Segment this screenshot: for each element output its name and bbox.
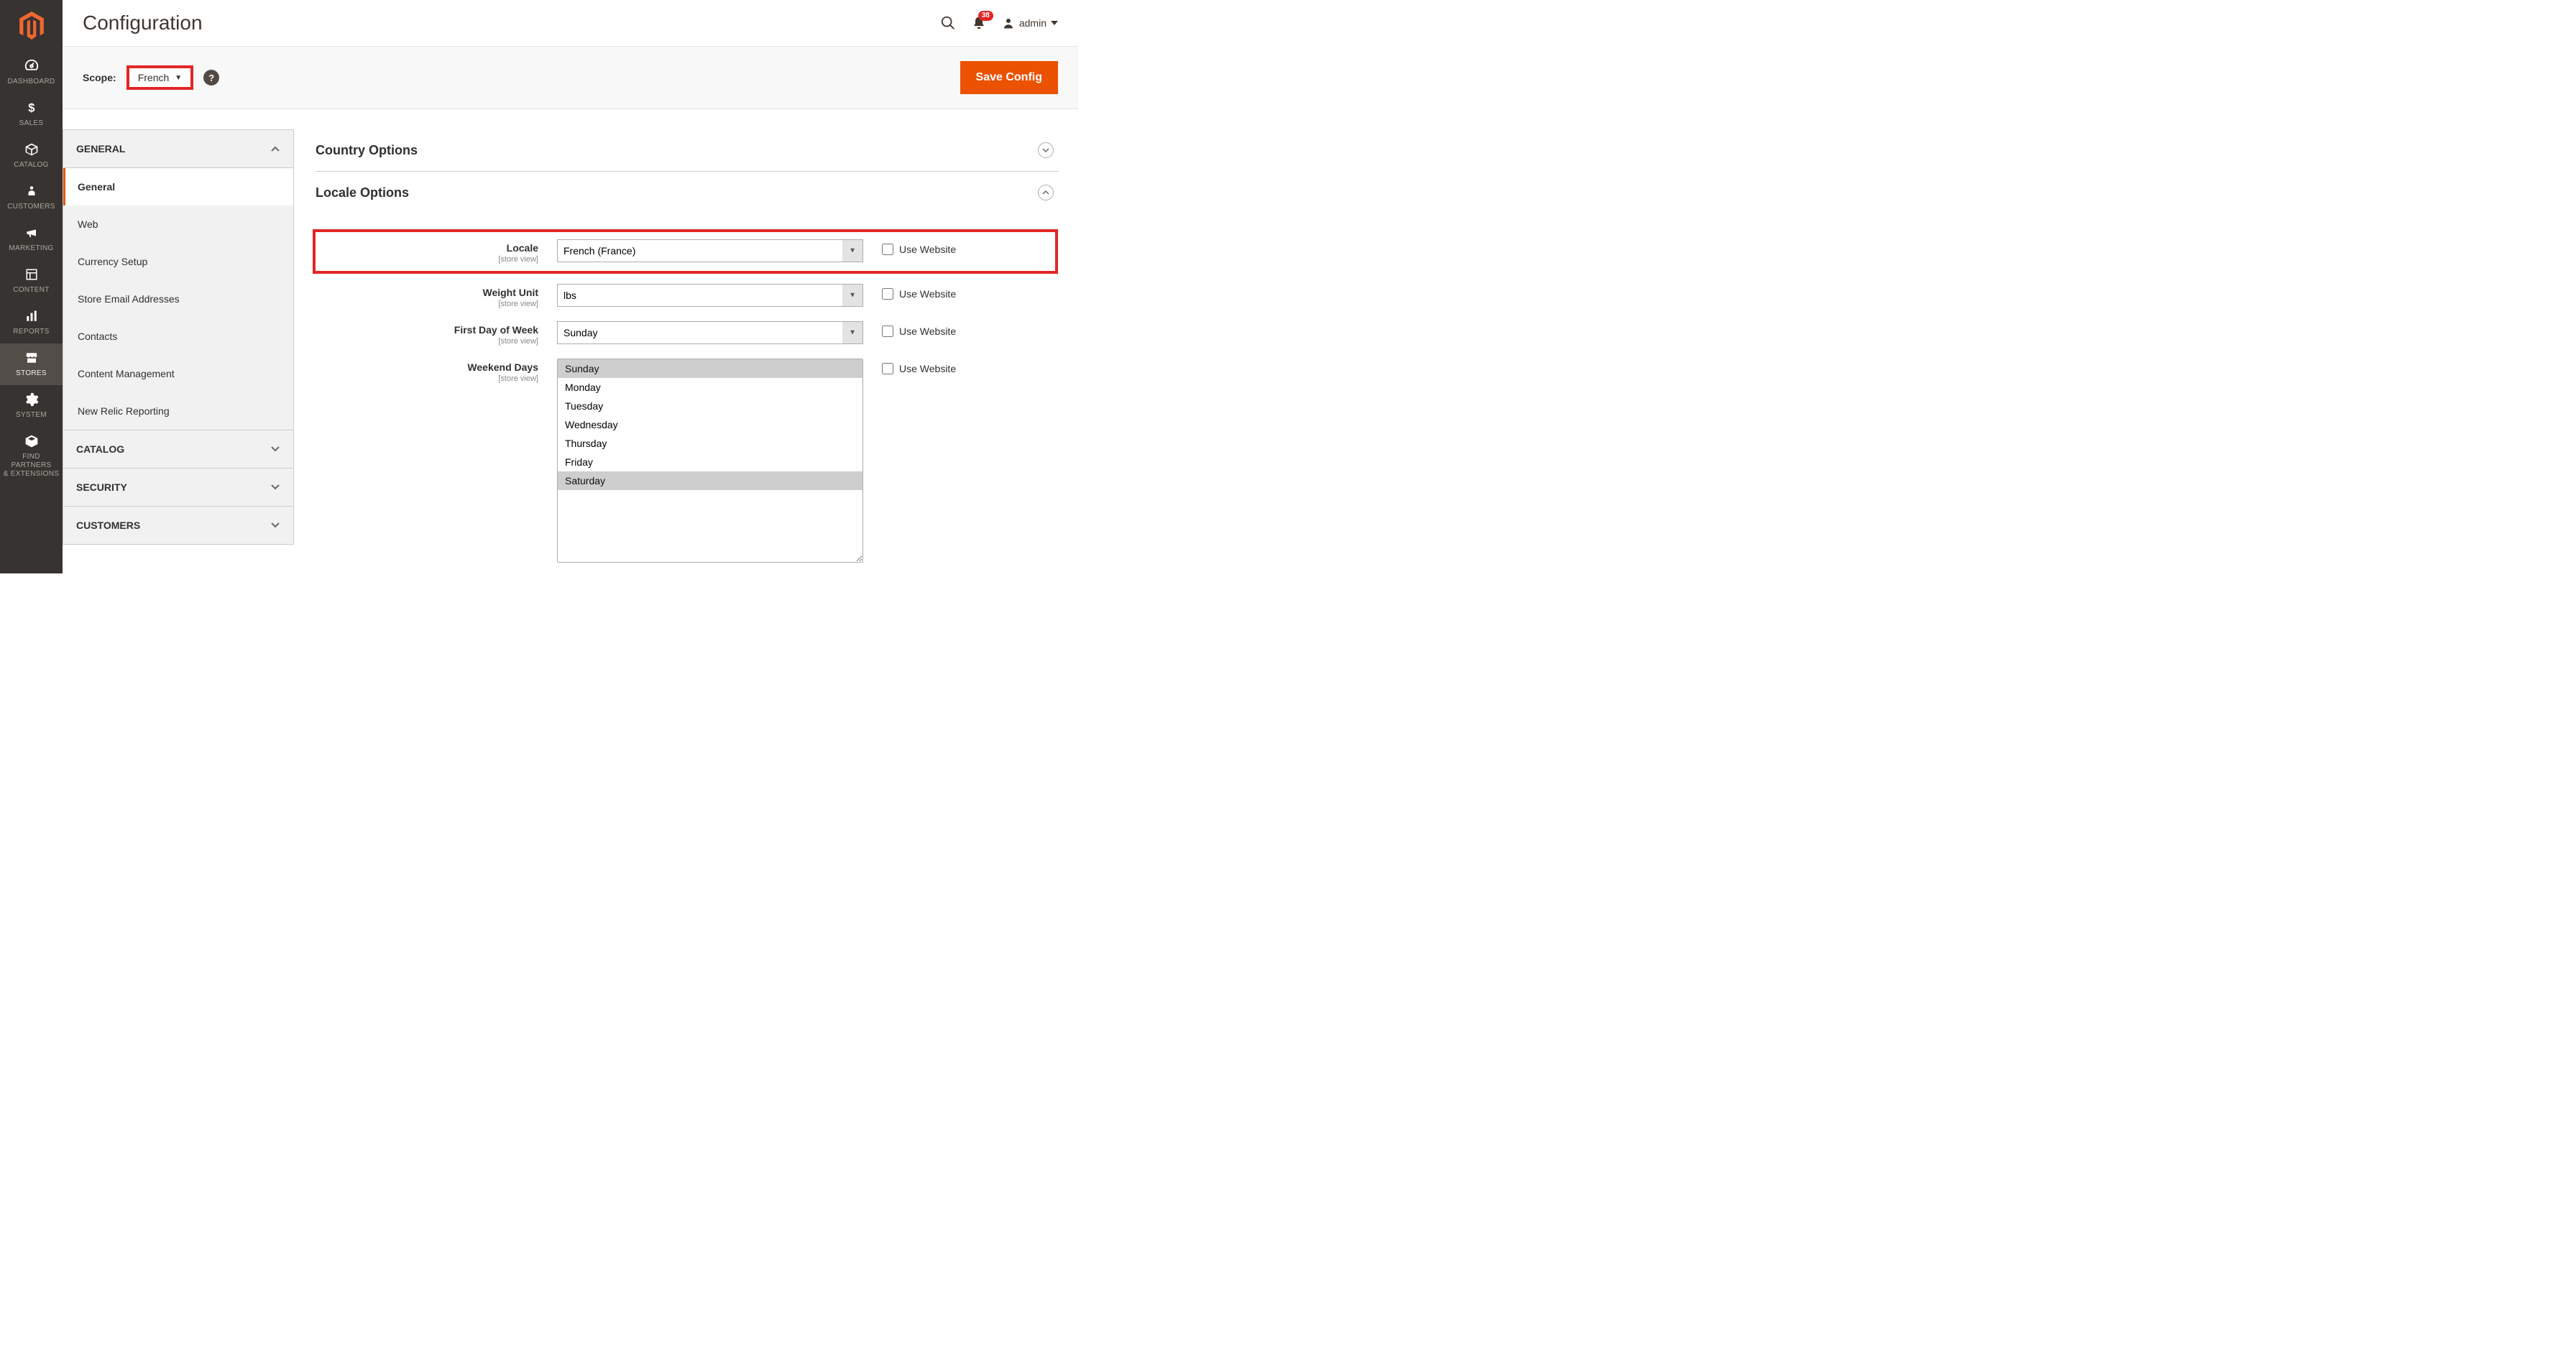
accordion-item-web[interactable]: Web: [63, 206, 293, 243]
chevron-up-icon: [270, 144, 280, 154]
search-icon[interactable]: [940, 15, 956, 31]
nav-label: SALES: [19, 119, 44, 128]
section-locale-options[interactable]: Locale Options: [316, 172, 1058, 213]
field-weekend-days: Weekend Days [store view] SundayMondayTu…: [316, 359, 1058, 563]
field-label: Locale: [507, 242, 538, 254]
nav-catalog[interactable]: CATALOG: [0, 135, 63, 177]
help-icon[interactable]: ?: [203, 70, 219, 86]
magento-logo[interactable]: [0, 0, 63, 52]
scope-row: Scope: French ▼ ? Save Config: [63, 46, 1078, 109]
config-accordion: GENERAL General Web Currency Setup Store…: [63, 129, 294, 573]
accordion-label: SECURITY: [76, 481, 127, 493]
field-weight-unit: Weight Unit [store view] lbs ▼: [316, 284, 1058, 308]
accordion-label: CUSTOMERS: [76, 520, 140, 531]
user-icon: [1002, 17, 1015, 29]
nav-reports[interactable]: REPORTS: [0, 302, 63, 343]
scope-select[interactable]: French ▼: [126, 65, 193, 90]
locale-select[interactable]: French (France): [557, 239, 863, 262]
gauge-icon: [23, 57, 40, 75]
field-scope-hint: [store view]: [316, 300, 538, 308]
megaphone-icon: [23, 224, 40, 241]
nav-label: FIND PARTNERS & EXTENSIONS: [3, 453, 60, 479]
accordion-item-newrelic[interactable]: New Relic Reporting: [63, 392, 293, 430]
accordion-head-customers[interactable]: CUSTOMERS: [63, 507, 293, 544]
nav-label: CONTENT: [13, 286, 49, 295]
notifications-badge: 38: [978, 11, 993, 21]
field-label: First Day of Week: [454, 324, 538, 336]
collapse-icon: [1038, 142, 1054, 158]
field-label: Weight Unit: [482, 287, 538, 298]
field-scope-hint: [store view]: [316, 337, 538, 346]
field-first-day: First Day of Week [store view] Sunday ▼: [316, 321, 1058, 346]
store-icon: [23, 349, 40, 366]
nav-partners[interactable]: FIND PARTNERS & EXTENSIONS: [0, 427, 63, 486]
caret-down-icon: ▼: [175, 74, 182, 82]
nav-label: DASHBOARD: [7, 78, 55, 86]
user-menu[interactable]: admin: [1002, 17, 1058, 29]
person-icon: [23, 183, 40, 200]
partners-icon: [23, 433, 40, 450]
accordion-head-general[interactable]: GENERAL: [63, 130, 293, 167]
chevron-down-icon: [270, 444, 280, 454]
section-title: Country Options: [316, 143, 418, 158]
field-scope-hint: [store view]: [316, 374, 538, 383]
svg-text:$: $: [28, 101, 34, 114]
field-locale: Locale [store view] French (France) ▼: [313, 229, 1058, 274]
admin-sidebar: DASHBOARD $ SALES CATALOG CUSTOMERS MARK…: [0, 0, 63, 573]
accordion-label: GENERAL: [76, 143, 125, 154]
first-day-select[interactable]: Sunday: [557, 321, 863, 344]
use-website-checkbox[interactable]: [882, 288, 893, 300]
accordion-item-content-mgmt[interactable]: Content Management: [63, 355, 293, 392]
use-website-checkbox[interactable]: [882, 363, 893, 374]
save-config-button[interactable]: Save Config: [960, 61, 1058, 94]
accordion-item-contacts[interactable]: Contacts: [63, 318, 293, 355]
gear-icon: [23, 391, 40, 408]
use-website-checkbox[interactable]: [882, 326, 893, 337]
weekend-days-select[interactable]: SundayMondayTuesdayWednesdayThursdayFrid…: [557, 359, 863, 563]
nav-marketing[interactable]: MARKETING: [0, 218, 63, 260]
use-website-label: Use Website: [899, 326, 956, 337]
caret-down-icon: [1051, 19, 1058, 27]
field-label: Weekend Days: [467, 361, 538, 373]
nav-sales[interactable]: $ SALES: [0, 93, 63, 135]
accordion-item-general[interactable]: General: [63, 168, 293, 206]
box-icon: [23, 141, 40, 158]
accordion-label: CATALOG: [76, 443, 124, 455]
nav-label: REPORTS: [13, 328, 49, 336]
accordion-head-catalog[interactable]: CATALOG: [63, 430, 293, 468]
user-name: admin: [1019, 17, 1046, 29]
accordion-item-email[interactable]: Store Email Addresses: [63, 280, 293, 318]
accordion-item-currency[interactable]: Currency Setup: [63, 243, 293, 280]
use-website-checkbox[interactable]: [882, 244, 893, 255]
chevron-down-icon: [270, 520, 280, 530]
layout-icon: [23, 266, 40, 283]
nav-system[interactable]: SYSTEM: [0, 385, 63, 427]
use-website-label: Use Website: [899, 244, 956, 255]
nav-label: STORES: [16, 369, 47, 378]
chevron-down-icon: [270, 482, 280, 492]
nav-label: SYSTEM: [16, 411, 47, 420]
section-title: Locale Options: [316, 185, 409, 200]
expand-icon: [1038, 185, 1054, 200]
bars-icon: [23, 308, 40, 325]
scope-value: French: [138, 72, 170, 83]
scope-label: Scope:: [83, 72, 116, 83]
use-website-label: Use Website: [899, 363, 956, 374]
nav-content[interactable]: CONTENT: [0, 260, 63, 302]
nav-customers[interactable]: CUSTOMERS: [0, 177, 63, 218]
nav-label: CUSTOMERS: [7, 203, 55, 211]
nav-stores[interactable]: STORES: [0, 343, 63, 385]
field-scope-hint: [store view]: [316, 255, 538, 264]
accordion-head-security[interactable]: SECURITY: [63, 469, 293, 506]
nav-dashboard[interactable]: DASHBOARD: [0, 52, 63, 93]
weight-unit-select[interactable]: lbs: [557, 284, 863, 307]
use-website-label: Use Website: [899, 288, 956, 300]
nav-label: CATALOG: [14, 161, 48, 170]
dollar-icon: $: [23, 99, 40, 116]
page-title: Configuration: [83, 11, 203, 34]
notifications-icon[interactable]: 38: [972, 15, 986, 31]
section-country-options[interactable]: Country Options: [316, 129, 1058, 172]
topbar: Configuration 38 admin: [63, 0, 1078, 46]
nav-label: MARKETING: [9, 244, 53, 253]
